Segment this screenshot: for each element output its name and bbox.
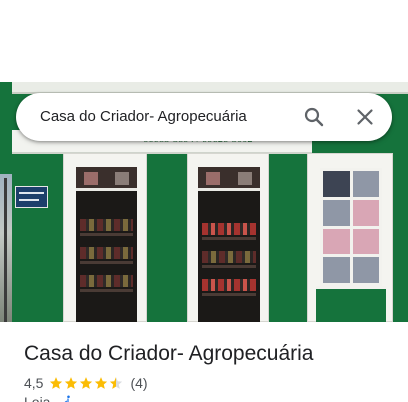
search-bar[interactable]: Casa do Criador- Agropecuária [16, 93, 392, 141]
doorway-transom [76, 167, 137, 191]
rating-row[interactable]: 4,5 (4) [24, 374, 148, 392]
close-icon[interactable] [353, 105, 377, 129]
window-pane [352, 257, 379, 283]
star-icon [95, 377, 108, 389]
doorway-center [198, 167, 260, 322]
maps-place-screen: 99953-3594 / 99828-3002 [0, 0, 408, 402]
window-pane [352, 199, 379, 226]
street-name-plate [15, 186, 48, 208]
street-pole [4, 178, 7, 322]
review-count[interactable]: (4) [130, 375, 147, 391]
shelf [80, 261, 133, 264]
category-row: Loja · [24, 394, 75, 402]
shelf-goods [202, 223, 256, 235]
star-rating [49, 376, 124, 390]
search-query-text[interactable]: Casa do Criador- Agropecuária [40, 108, 247, 125]
window-pane [352, 228, 379, 255]
category-separator: · [54, 394, 60, 402]
star-half-icon [110, 377, 123, 389]
doorway-left [76, 167, 137, 322]
shelf-goods [80, 247, 133, 259]
place-info-panel[interactable]: Casa do Criador- Agropecuária 4,5 (4) Lo… [0, 322, 408, 402]
shelf [202, 265, 256, 268]
window-sash [320, 168, 382, 286]
window-pane [323, 257, 350, 283]
star-icon [80, 377, 93, 389]
shelf-goods [80, 219, 133, 231]
shelf-goods [202, 251, 256, 263]
place-title: Casa do Criador- Agropecuária [24, 342, 314, 365]
window-pane [323, 199, 350, 226]
place-category: Loja [24, 394, 51, 402]
shelf-goods [202, 279, 256, 291]
search-icon[interactable] [302, 105, 326, 129]
shelf [202, 237, 256, 240]
window-pane [323, 228, 350, 255]
rating-value: 4,5 [24, 375, 44, 391]
wheelchair-icon [64, 395, 70, 402]
shelf-goods [80, 275, 133, 287]
doorway-transom [198, 167, 260, 191]
shelf [80, 233, 133, 236]
window-sill [316, 286, 386, 322]
shelf [202, 293, 256, 296]
shelf [80, 289, 133, 292]
window-pane [323, 171, 350, 197]
window-pane [352, 171, 379, 197]
star-icon [50, 377, 63, 389]
star-icon [65, 377, 78, 389]
